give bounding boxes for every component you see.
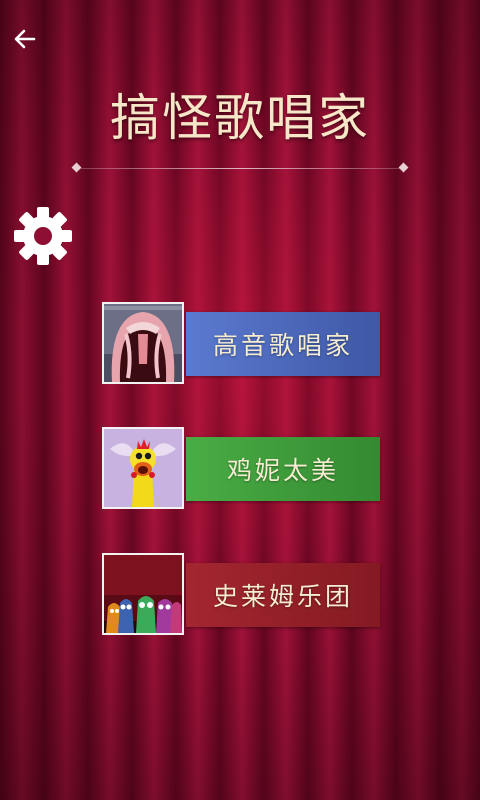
- back-button[interactable]: [8, 22, 42, 56]
- rubber-chicken-thumbnail: [102, 427, 184, 509]
- menu-item-high-pitch-singer[interactable]: 高音歌唱家: [102, 302, 380, 386]
- gear-icon: [14, 207, 72, 265]
- mouth-creature-thumbnail: [102, 302, 184, 384]
- page-title: 搞怪歌唱家: [110, 89, 370, 147]
- back-arrow-icon: [14, 29, 36, 49]
- menu-item-label: 史莱姆乐团: [186, 563, 380, 627]
- menu-item-label: 鸡妮太美: [186, 437, 380, 501]
- settings-button[interactable]: [12, 205, 74, 267]
- title-divider: [71, 162, 409, 173]
- menu-item-chicken-beauty[interactable]: 鸡妮太美: [102, 427, 380, 511]
- menu-item-label: 高音歌唱家: [186, 312, 380, 376]
- slime-band-thumbnail: [102, 553, 184, 635]
- menu-item-slime-band[interactable]: 史莱姆乐团: [102, 553, 380, 637]
